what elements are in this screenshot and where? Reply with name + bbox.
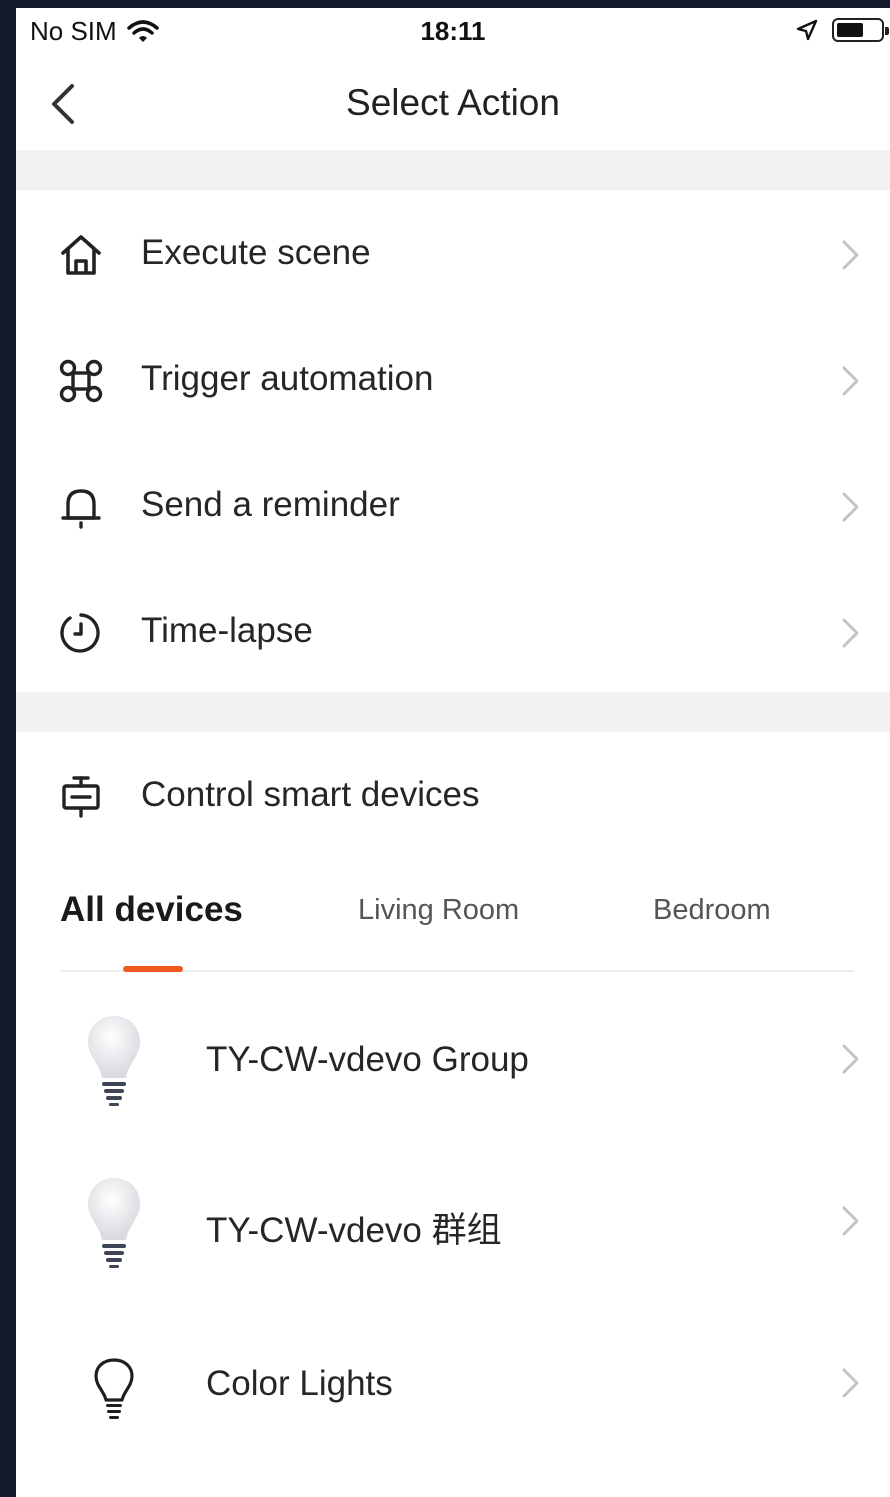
device-name: TY-CW-vdevo Group bbox=[206, 1040, 529, 1079]
active-tab-indicator bbox=[123, 966, 183, 972]
status-bar: No SIM 18:11 bbox=[16, 8, 890, 58]
device-row[interactable]: TY-CW-vdevo Group bbox=[16, 998, 890, 1160]
room-tabs: All devices Living Room Bedroom bbox=[16, 874, 890, 984]
section-divider bbox=[16, 150, 890, 190]
battery-icon bbox=[832, 18, 889, 42]
action-label: Time-lapse bbox=[141, 611, 313, 650]
chevron-right-icon bbox=[842, 492, 859, 522]
device-frame-left bbox=[0, 0, 16, 1497]
phone-screen: No SIM 18:11 Select Action Execute scene… bbox=[16, 8, 890, 1497]
bulb-filled-icon bbox=[88, 1178, 140, 1268]
status-right bbox=[796, 18, 889, 42]
tab-bedroom[interactable]: Bedroom bbox=[653, 894, 771, 927]
home-icon bbox=[61, 235, 101, 275]
action-row-time-lapse[interactable]: Time-lapse bbox=[16, 568, 890, 694]
bulb-filled-icon bbox=[88, 1016, 140, 1106]
tab-all-devices[interactable]: All devices bbox=[60, 890, 243, 930]
action-row-send-reminder[interactable]: Send a reminder bbox=[16, 442, 890, 568]
device-row[interactable]: TY-CW-vdevo 群组 bbox=[16, 1160, 890, 1322]
action-row-execute-scene[interactable]: Execute scene bbox=[16, 190, 890, 316]
action-label: Execute scene bbox=[141, 233, 371, 272]
action-label: Trigger automation bbox=[141, 359, 434, 398]
status-time: 18:11 bbox=[420, 16, 486, 46]
chevron-right-icon bbox=[842, 1206, 859, 1236]
action-row-trigger-automation[interactable]: Trigger automation bbox=[16, 316, 890, 442]
tab-living-room[interactable]: Living Room bbox=[358, 894, 519, 927]
device-frame-top bbox=[0, 0, 890, 8]
bell-icon bbox=[61, 489, 101, 529]
command-icon bbox=[59, 359, 103, 403]
section-divider bbox=[16, 692, 890, 732]
timer-icon bbox=[60, 613, 100, 653]
page-title: Select Action bbox=[346, 82, 560, 123]
chevron-right-icon bbox=[842, 240, 859, 270]
device-row[interactable]: Color Lights bbox=[16, 1322, 890, 1484]
device-name: Color Lights bbox=[206, 1364, 393, 1403]
chevron-right-icon bbox=[842, 618, 859, 648]
chevron-right-icon bbox=[842, 366, 859, 396]
control-smart-devices-header: Control smart devices bbox=[16, 732, 890, 858]
chevron-right-icon bbox=[842, 1044, 859, 1074]
action-label: Send a reminder bbox=[141, 485, 400, 524]
control-label: Control smart devices bbox=[141, 775, 480, 814]
device-name: TY-CW-vdevo 群组 bbox=[206, 1211, 502, 1250]
chevron-right-icon bbox=[842, 1368, 859, 1398]
nav-bar: Select Action bbox=[16, 58, 890, 150]
bulb-outline-icon bbox=[94, 1358, 134, 1419]
device-icon bbox=[62, 776, 100, 818]
location-arrow-icon bbox=[796, 19, 818, 41]
